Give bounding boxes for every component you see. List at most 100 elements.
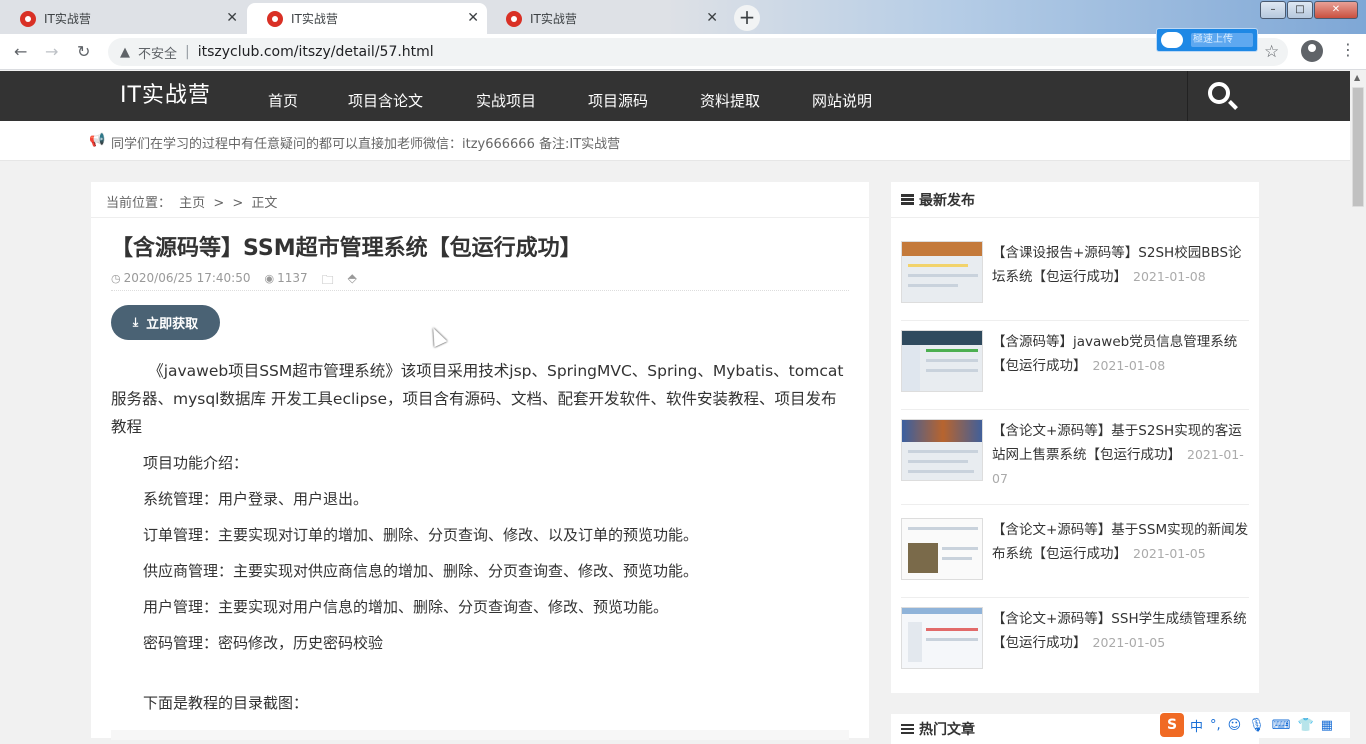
breadcrumb-home-link[interactable]: 主页 (179, 196, 205, 211)
kebab-menu-icon[interactable]: ⋮ (1340, 40, 1356, 59)
nav-projects-with-paper[interactable]: 项目含论文 (348, 90, 423, 111)
feature-item: 用户管理：主要实现对用户信息的增加、删除、分页查询查、修改、预览功能。 (143, 598, 669, 616)
microphone-icon[interactable]: 🎙 (1248, 718, 1265, 733)
ime-language-toggle[interactable]: 中 (1190, 716, 1203, 735)
site-logo[interactable]: IT实战营 (120, 77, 211, 109)
site-favicon-icon (20, 10, 36, 27)
nav-resource-extraction[interactable]: 资料提取 (700, 90, 760, 111)
address-bar[interactable]: ▲ 不安全 | itszyclub.com/itszy/detail/57.ht… (108, 38, 1288, 66)
scroll-up-icon[interactable]: ▲ (1354, 73, 1360, 82)
nav-site-info[interactable]: 网站说明 (812, 90, 872, 111)
browser-tab-2-active[interactable]: IT实战营 ✕ (247, 3, 487, 34)
clock-icon: ◷ (111, 271, 121, 285)
browser-tab-1[interactable]: IT实战营 ✕ (0, 3, 246, 34)
publish-date: 2020/06/25 17:40:50 (123, 271, 251, 285)
post-title[interactable]: 【含论文+源码等】基于SSM实现的新闻发布系统【包运行成功】 (992, 522, 1248, 562)
view-count: 1137 (277, 271, 308, 285)
new-tab-button[interactable]: + (734, 5, 760, 31)
site-header: IT实战营 首页 项目含论文 实战项目 项目源码 资料提取 网站说明 (0, 71, 1350, 121)
ime-toolbar[interactable]: S 中 °, ☺ 🎙 ⌨ 👕 ▦ (1160, 712, 1350, 738)
sidebar-post[interactable]: 【含论文+源码等】SSH学生成绩管理系统【包运行成功】 2021-01-05 (901, 607, 1249, 687)
post-date: 2021-01-05 (1092, 635, 1166, 650)
breadcrumb: 当前位置： 主页 > > 正文 (91, 182, 869, 218)
grid-menu-icon[interactable]: ▦ (1321, 718, 1333, 733)
post-link[interactable]: 【含论文+源码等】基于SSM实现的新闻发布系统【包运行成功】 2021-01-05 (992, 518, 1250, 566)
post-date: 2021-01-08 (1133, 269, 1206, 284)
sidebar-post[interactable]: 【含论文+源码等】基于SSM实现的新闻发布系统【包运行成功】 2021-01-05 (901, 518, 1249, 598)
notice-bar: 📢 同学们在学习的过程中有任意疑问的都可以直接加老师微信：itzy666666 … (0, 121, 1350, 161)
list-icon (901, 194, 914, 205)
close-tab-icon[interactable]: ✕ (467, 10, 479, 26)
post-thumbnail[interactable] (901, 330, 983, 392)
post-link[interactable]: 【含论文+源码等】基于S2SH实现的客运站网上售票系统【包运行成功】 2021-0… (992, 419, 1250, 491)
folder-icon[interactable]: 🗀 (322, 271, 334, 292)
cloud-upload-badge[interactable]: 極速上传 (1156, 28, 1258, 52)
eye-icon: ◉ (264, 271, 275, 285)
breadcrumb-separator: > (213, 196, 225, 211)
tab-title: IT实战营 (291, 12, 338, 26)
browser-tab-3[interactable]: IT实战营 ✕ (486, 3, 726, 34)
search-button[interactable] (1187, 71, 1257, 121)
nav-project-source[interactable]: 项目源码 (588, 90, 648, 111)
post-thumbnail[interactable] (901, 241, 983, 303)
download-icon: ⤓ (132, 315, 139, 329)
forward-arrow-icon[interactable]: → (45, 42, 58, 61)
list-icon (901, 723, 914, 735)
article-screenshot-image (111, 730, 849, 740)
reload-icon[interactable]: ↻ (77, 42, 90, 61)
notice-text: 同学们在学习的过程中有任意疑问的都可以直接加老师微信：itzy666666 备注… (111, 137, 621, 152)
tags-icon[interactable]: ⬘ (348, 271, 357, 285)
post-thumbnail[interactable] (901, 607, 983, 669)
sidebar-hot-heading-text: 热门文章 (919, 722, 975, 738)
sidebar-latest: 最新发布 【含课设报告+源码等】S2SH校园BBS论坛系统【包运行成功】 2021… (891, 182, 1259, 693)
cloud-icon (1161, 32, 1183, 48)
sidebar-post[interactable]: 【含课设报告+源码等】S2SH校园BBS论坛系统【包运行成功】 2021-01-0… (901, 241, 1249, 321)
post-link[interactable]: 【含论文+源码等】SSH学生成绩管理系统【包运行成功】 2021-01-05 (992, 607, 1250, 655)
maximize-window-button[interactable]: □ (1287, 1, 1313, 19)
scrollbar-thumb[interactable] (1352, 87, 1364, 207)
article-panel: 当前位置： 主页 > > 正文 【含源码等】SSM超市管理系统【包运行成功】 ◷… (91, 182, 869, 740)
nav-practical-projects[interactable]: 实战项目 (476, 90, 536, 111)
close-window-button[interactable]: ✕ (1314, 1, 1358, 19)
download-label: 立即获取 (146, 317, 199, 332)
emoji-icon[interactable]: ☺ (1228, 718, 1242, 733)
close-tab-icon[interactable]: ✕ (226, 10, 238, 26)
sidebar-heading: 最新发布 (891, 182, 1259, 218)
bullhorn-icon: 📢 (89, 133, 106, 148)
article-title: 【含源码等】SSM超市管理系统【包运行成功】 (111, 236, 582, 261)
post-link[interactable]: 【含源码等】javaweb党员信息管理系统【包运行成功】 2021-01-08 (992, 330, 1250, 378)
tab-title: IT实战营 (44, 12, 91, 26)
post-thumbnail[interactable] (901, 419, 983, 481)
screenshot-heading: 下面是教程的目录截图： (143, 694, 309, 712)
bookmark-star-icon[interactable]: ☆ (1264, 42, 1279, 62)
url-text[interactable]: itszyclub.com/itszy/detail/57.html (198, 44, 434, 60)
omnibox-divider: | (185, 44, 190, 60)
skin-icon[interactable]: 👕 (1298, 718, 1314, 733)
keyboard-icon[interactable]: ⌨ (1272, 718, 1291, 733)
feature-item: 订单管理：主要实现对订单的增加、删除、分页查询、修改、以及订单的预览功能。 (143, 526, 699, 544)
close-tab-icon[interactable]: ✕ (706, 10, 718, 26)
feature-item: 系统管理：用户登录、用户退出。 (143, 490, 369, 508)
post-thumbnail[interactable] (901, 518, 983, 580)
account-icon[interactable] (1301, 40, 1323, 62)
post-date: 2021-01-05 (1133, 546, 1206, 561)
page-scrollbar[interactable]: ▲ (1350, 71, 1366, 738)
meta-views: ◉ 1137 (264, 271, 307, 285)
site-favicon-icon (267, 10, 283, 27)
sidebar-heading-text: 最新发布 (919, 192, 975, 209)
back-arrow-icon[interactable]: ← (14, 42, 27, 61)
ime-punctuation-toggle[interactable]: °, (1210, 718, 1221, 733)
ime-logo-icon[interactable]: S (1160, 713, 1184, 737)
nav-home[interactable]: 首页 (268, 90, 298, 111)
feature-heading: 项目功能介绍： (143, 454, 249, 472)
feature-item: 密码管理：密码修改，历史密码校验 (143, 634, 384, 652)
sidebar-post[interactable]: 【含论文+源码等】基于S2SH实现的客运站网上售票系统【包运行成功】 2021-0… (901, 419, 1249, 505)
search-icon (1208, 82, 1230, 104)
sidebar-post[interactable]: 【含源码等】javaweb党员信息管理系统【包运行成功】 2021-01-08 (901, 330, 1249, 410)
warning-triangle-icon[interactable]: ▲ (120, 45, 130, 60)
minimize-window-button[interactable]: – (1260, 1, 1286, 19)
download-button[interactable]: ⤓ 立即获取 (111, 305, 220, 340)
security-label[interactable]: 不安全 (138, 43, 177, 62)
post-link[interactable]: 【含课设报告+源码等】S2SH校园BBS论坛系统【包运行成功】 2021-01-0… (992, 241, 1250, 289)
breadcrumb-separator: > (232, 196, 244, 211)
